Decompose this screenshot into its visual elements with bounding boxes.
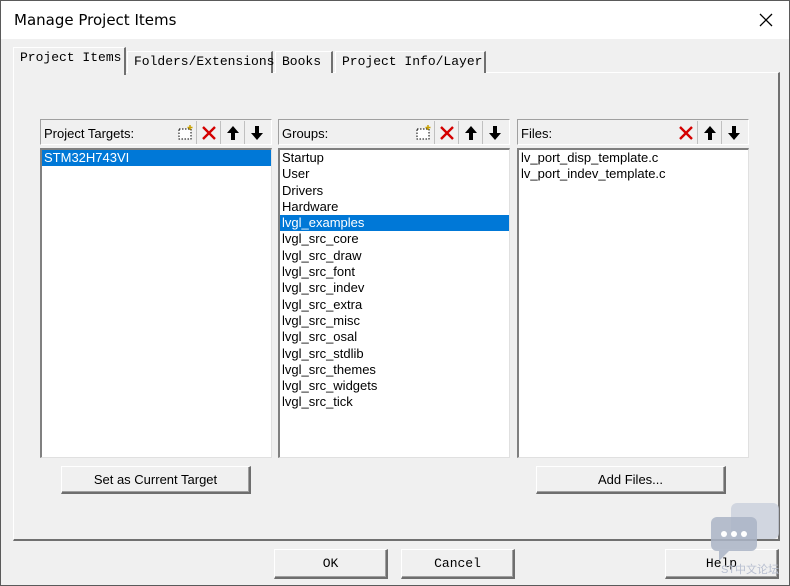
delete-group-button[interactable] [435, 121, 459, 144]
set-as-current-target-button[interactable]: Set as Current Target [61, 466, 251, 494]
group-list-item[interactable]: lvgl_src_indev [280, 280, 509, 296]
group-list-item[interactable]: lvgl_src_stdlib [280, 346, 509, 362]
add-files-button[interactable]: Add Files... [536, 466, 726, 494]
title-bar: Manage Project Items [1, 1, 789, 39]
new-group-button[interactable] [411, 121, 435, 144]
group-list-item[interactable]: lvgl_src_extra [280, 297, 509, 313]
groups-label: Groups: [282, 126, 329, 141]
tab-label: Folders/Extensions [134, 54, 275, 69]
file-list-item[interactable]: lv_port_indev_template.c [519, 166, 748, 182]
targets-toolbar [173, 121, 269, 144]
arrow-up-icon [464, 125, 477, 140]
tab-project-info-layer[interactable]: Project Info/Layer [335, 51, 486, 73]
groups-toolbar [411, 121, 507, 144]
files-toolbar [674, 121, 746, 144]
close-icon [759, 13, 773, 27]
watermark-text: ST中文论坛 [720, 564, 779, 576]
group-list-item[interactable]: lvgl_src_draw [280, 248, 509, 264]
group-list-item[interactable]: lvgl_examples [280, 215, 509, 232]
delete-x-icon [201, 125, 216, 140]
new-item-icon [178, 124, 192, 139]
group-list-item[interactable]: lvgl_src_misc [280, 313, 509, 329]
move-file-up-button[interactable] [698, 121, 722, 144]
ok-button[interactable]: OK [274, 549, 388, 579]
project-targets-header: Project Targets: [40, 119, 272, 145]
arrow-down-icon [728, 125, 740, 140]
move-group-down-button[interactable] [483, 121, 507, 144]
cancel-button[interactable]: Cancel [401, 549, 515, 579]
project-targets-panel: Project Targets: STM32H743VI [40, 119, 272, 459]
delete-target-button[interactable] [197, 121, 221, 144]
files-header: Files: [517, 119, 749, 145]
arrow-up-icon [703, 125, 716, 140]
move-target-down-button[interactable] [245, 121, 269, 144]
new-item-icon [416, 124, 430, 139]
tab-label: Books [282, 54, 322, 69]
groups-header: Groups: [278, 119, 510, 145]
tab-folders-extensions[interactable]: Folders/Extensions [127, 51, 275, 73]
target-list-item[interactable]: STM32H743VI [42, 150, 271, 167]
move-target-up-button[interactable] [221, 121, 245, 144]
groups-listbox[interactable]: Startup User Drivers Hardware lvgl_examples l… [278, 148, 510, 458]
files-label: Files: [521, 126, 553, 141]
arrow-down-icon [489, 125, 501, 140]
delete-file-button[interactable] [674, 121, 698, 144]
group-list-item[interactable]: lvgl_src_widgets [280, 378, 509, 394]
manage-project-items-dialog: Manage Project Items Project Items Folde… [0, 0, 790, 586]
arrow-up-icon [226, 125, 239, 140]
project-targets-label: Project Targets: [44, 126, 135, 141]
group-list-item[interactable]: lvgl_src_themes [280, 362, 509, 378]
group-list-item[interactable]: lvgl_src_font [280, 264, 509, 280]
project-targets-listbox[interactable]: STM32H743VI [40, 148, 272, 458]
tab-project-items[interactable]: Project Items [13, 47, 126, 75]
tab-label: Project Info/Layer [342, 54, 483, 69]
files-listbox[interactable]: lv_port_disp_template.c lv_port_indev_tem… [517, 148, 749, 458]
move-file-down-button[interactable] [722, 121, 746, 144]
arrow-down-icon [251, 125, 263, 140]
window-title: Manage Project Items [14, 11, 177, 29]
files-panel: Files: lv_port_disp_template.c lv_port_i… [517, 119, 749, 459]
group-list-item[interactable]: User [280, 166, 509, 182]
group-list-item[interactable]: lvgl_src_tick [280, 394, 509, 410]
group-list-item[interactable]: lvgl_src_core [280, 231, 509, 247]
tab-books[interactable]: Books [275, 51, 333, 73]
group-list-item[interactable]: Startup [280, 150, 509, 166]
move-group-up-button[interactable] [459, 121, 483, 144]
group-list-item[interactable]: lvgl_src_osal [280, 329, 509, 345]
file-list-item[interactable]: lv_port_disp_template.c [519, 150, 748, 166]
group-list-item[interactable]: Drivers [280, 183, 509, 199]
close-button[interactable] [751, 7, 781, 33]
delete-x-icon [678, 125, 693, 140]
groups-panel: Groups: Startup User Drivers Hardware lv… [278, 119, 510, 459]
new-target-button[interactable] [173, 121, 197, 144]
tab-label: Project Items [20, 50, 122, 65]
delete-x-icon [439, 125, 454, 140]
group-list-item[interactable]: Hardware [280, 199, 509, 215]
